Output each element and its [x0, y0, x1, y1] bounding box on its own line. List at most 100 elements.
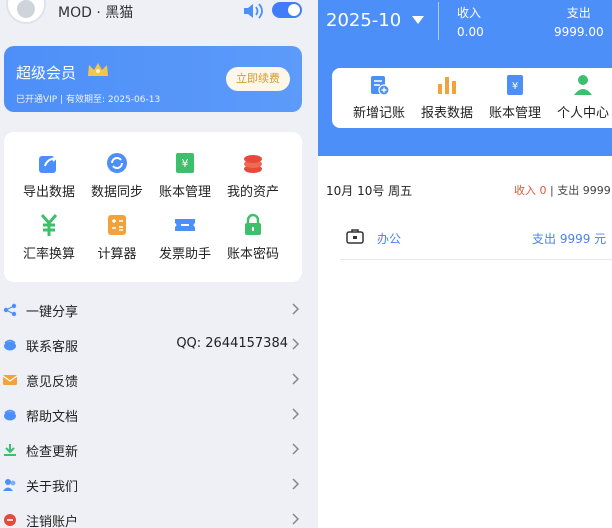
- ledger-book-icon: ¥: [507, 75, 523, 95]
- tool-label: 数据同步: [90, 185, 143, 200]
- menu-item-label: 注销账户: [26, 515, 79, 528]
- quick-personal-center[interactable]: 个人中心: [550, 74, 612, 121]
- add-record-icon: [371, 76, 390, 96]
- income-value: 0.00: [457, 25, 484, 39]
- menu-item-customer-service[interactable]: 联系客服 QQ: 2644157384: [0, 327, 318, 362]
- menu-item-about-us[interactable]: 关于我们: [0, 467, 318, 502]
- record-amount: 支出 9999 元: [532, 232, 607, 246]
- day-summary-row: 10月 10号 周五 收入 0 | 支出 9999: [318, 180, 612, 200]
- volume-icon[interactable]: [242, 2, 266, 20]
- tool-label: 我的资产: [226, 185, 279, 200]
- drawer-user-bar: MOD · 黑猫: [0, 0, 318, 28]
- invoice-icon: [175, 219, 195, 231]
- vip-card[interactable]: 超级会员 已开通VIP | 有效期至: 2025-06-13 立即续费: [4, 46, 302, 112]
- chevron-right-icon: [292, 303, 300, 315]
- support-icon: [4, 339, 16, 351]
- svg-text:¥: ¥: [182, 157, 189, 170]
- tool-label: 账本密码: [226, 247, 279, 262]
- day-totals: 收入 0 | 支出 9999: [514, 182, 611, 198]
- lock-icon: [245, 213, 261, 235]
- tool-sync-data[interactable]: 数据同步: [81, 150, 153, 210]
- expense-value: 9999.00: [554, 25, 604, 39]
- record-item[interactable]: 办公 支出 9999 元: [340, 222, 612, 260]
- menu-item-label: 关于我们: [26, 480, 79, 495]
- tool-exchange-rate[interactable]: 汇率换算: [13, 212, 85, 272]
- chevron-right-icon: [292, 408, 300, 420]
- day-expense: 支出 9999: [557, 184, 611, 197]
- menu-item-label: 意见反馈: [26, 375, 79, 390]
- day-income: 收入 0: [514, 184, 547, 197]
- header-divider: [438, 2, 439, 40]
- chevron-right-icon: [292, 338, 300, 350]
- menu-item-help-docs[interactable]: 帮助文档: [0, 397, 318, 432]
- report-icon: [438, 77, 456, 94]
- export-icon: [39, 154, 59, 173]
- exchange-icon: [40, 214, 58, 236]
- chevron-right-icon: [292, 373, 300, 385]
- assets-icon: [244, 155, 262, 173]
- menu-item-label: 帮助文档: [26, 410, 79, 425]
- menu-item-share[interactable]: 一键分享: [0, 292, 318, 327]
- username: MOD · 黑猫: [58, 5, 134, 21]
- quick-action-label: 个人中心: [556, 106, 609, 121]
- renew-button[interactable]: 立即续费: [226, 67, 290, 91]
- vip-expiry-text: 已开通VIP | 有效期至: 2025-06-13: [16, 95, 161, 105]
- sync-icon: [107, 153, 127, 173]
- mail-icon: [2, 375, 18, 385]
- tool-ledger-password[interactable]: 账本密码: [217, 212, 289, 272]
- day-date: 10月 10号 周五: [326, 184, 413, 198]
- income-summary: 收入 0.00: [457, 4, 484, 39]
- income-label: 收入: [457, 6, 482, 20]
- svg-text:¥: ¥: [512, 81, 518, 92]
- caret-down-icon[interactable]: [412, 16, 424, 24]
- menu-item-label: 联系客服: [26, 340, 79, 355]
- person-icon: [574, 75, 592, 95]
- menu-item-label: 检查更新: [26, 445, 79, 460]
- quick-report-data[interactable]: 报表数据: [414, 74, 480, 121]
- qq-number: QQ: 2644157384: [176, 336, 288, 351]
- tool-my-assets[interactable]: 我的资产: [217, 150, 289, 210]
- share-icon: [3, 303, 17, 317]
- main-panel: 2025-10 收入 0.00 支出 9999.00 新增记账 报表数据 ¥ 账…: [318, 0, 612, 528]
- tool-label: 导出数据: [22, 185, 75, 200]
- briefcase-icon: [346, 229, 364, 244]
- chevron-right-icon: [292, 478, 300, 490]
- tool-ledger-manage[interactable]: ¥ 账本管理: [149, 150, 221, 210]
- expense-summary: 支出 9999.00: [554, 4, 604, 39]
- users-icon: [3, 479, 16, 491]
- tools-grid: 导出数据 数据同步 ¥ 账本管理 我的资产 汇率换算 计算器 发票助手 账本密码: [4, 132, 302, 282]
- quick-action-label: 账本管理: [488, 106, 541, 121]
- delete-account-icon: [4, 514, 16, 526]
- help-icon: [4, 409, 16, 421]
- menu-item-label: 一键分享: [26, 305, 79, 320]
- expense-label: 支出: [566, 6, 591, 20]
- tool-export-data[interactable]: 导出数据: [13, 150, 85, 210]
- vip-title: 超级会员: [16, 64, 77, 82]
- download-icon: [4, 444, 16, 456]
- side-drawer: MOD · 黑猫 超级会员 已开通VIP | 有效期至: 2025-06-13 …: [0, 0, 318, 528]
- sound-toggle[interactable]: [272, 2, 302, 18]
- chevron-right-icon: [292, 443, 300, 455]
- avatar[interactable]: [6, 0, 46, 24]
- menu-item-delete-account[interactable]: 注销账户: [0, 502, 318, 528]
- quick-add-record[interactable]: 新增记账: [346, 74, 412, 121]
- day-separator: |: [546, 184, 558, 197]
- calculator-icon: [108, 215, 126, 235]
- summary-header: 2025-10 收入 0.00 支出 9999.00 新增记账 报表数据 ¥ 账…: [318, 0, 612, 156]
- ledger-icon: ¥: [176, 153, 194, 173]
- quick-actions: 新增记账 报表数据 ¥ 账本管理 个人中心: [332, 68, 612, 128]
- menu-item-feedback[interactable]: 意见反馈: [0, 362, 318, 397]
- quick-action-label: 报表数据: [420, 106, 473, 121]
- menu-item-check-update[interactable]: 检查更新: [0, 432, 318, 467]
- quick-ledger-manage[interactable]: ¥ 账本管理: [482, 74, 548, 121]
- record-category: 办公: [377, 232, 402, 246]
- chevron-right-icon: [292, 513, 300, 525]
- month-selector[interactable]: 2025-10: [326, 10, 401, 34]
- tool-label: 计算器: [97, 247, 137, 262]
- tool-label: 汇率换算: [22, 247, 75, 262]
- crown-icon: [88, 63, 108, 76]
- tool-invoice-helper[interactable]: 发票助手: [149, 212, 221, 272]
- quick-action-label: 新增记账: [352, 106, 405, 121]
- tool-label: 账本管理: [158, 185, 211, 200]
- tool-calculator[interactable]: 计算器: [81, 212, 153, 272]
